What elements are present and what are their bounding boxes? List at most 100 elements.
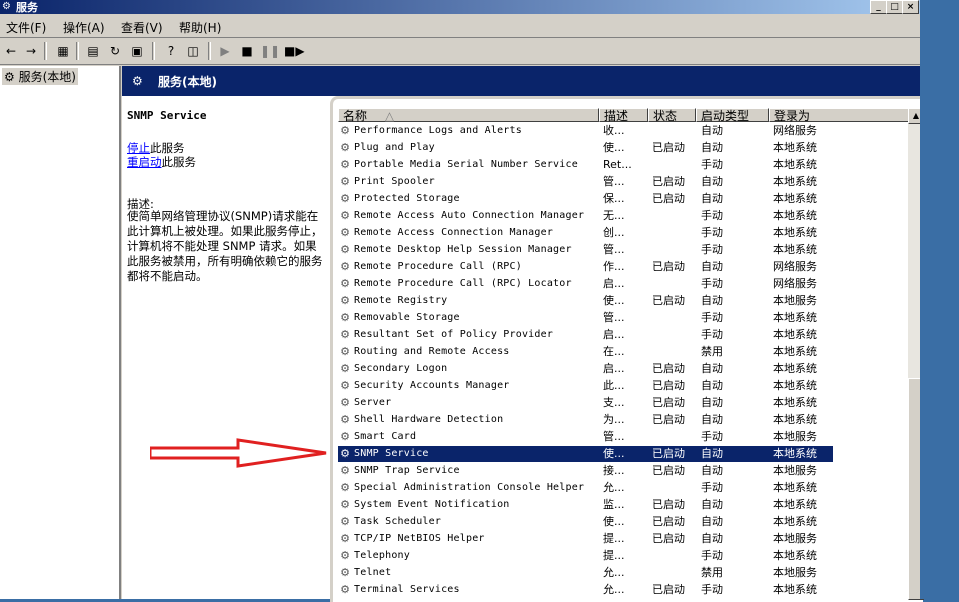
toolbar-separator <box>208 42 211 60</box>
service-logon-as: 本地系统 <box>773 158 817 171</box>
service-logon-as: 网络服务 <box>773 124 817 137</box>
pause-service-icon[interactable]: ❚❚ <box>260 42 280 60</box>
service-name: Remote Procedure Call (RPC) <box>354 261 522 272</box>
service-gear-icon: ⚙ <box>340 481 350 494</box>
minimize-button[interactable]: _ <box>870 0 887 14</box>
service-row[interactable]: ⚙ Plug and Play 使... 已启动 自动 本地系统 <box>338 140 833 156</box>
service-description: 使... <box>603 141 625 154</box>
service-row[interactable]: ⚙ Removable Storage 管... 手动 本地系统 <box>338 310 833 326</box>
stop-service-icon[interactable]: ■ <box>238 42 256 60</box>
service-row[interactable]: ⚙ Remote Access Auto Connection Manager 无.… <box>338 208 833 224</box>
column-header-name[interactable]: 名称 △ <box>338 108 599 123</box>
service-row[interactable]: ⚙ Protected Storage 保... 已启动 自动 本地系统 <box>338 191 833 207</box>
close-button[interactable]: × <box>902 0 919 14</box>
restart-service-link[interactable]: 重启动 <box>127 155 162 169</box>
menu-action[interactable]: 操作(A) <box>63 19 105 36</box>
service-row[interactable]: ⚙ System Event Notification 监... 已启动 自动 本地系统 <box>338 497 833 513</box>
menu-file[interactable]: 文件(F) <box>6 19 46 36</box>
service-row[interactable]: ⚙ Shell Hardware Detection 为... 已启动 自动 本地系统 <box>338 412 833 428</box>
service-startup-type: 手动 <box>701 311 723 324</box>
show-hide-tree-icon[interactable]: ▦ <box>54 42 72 60</box>
service-status: 已启动 <box>652 260 685 273</box>
service-name: Portable Media Serial Number Service <box>354 159 578 170</box>
service-status: 已启动 <box>652 379 685 392</box>
service-description: 管... <box>603 175 625 188</box>
service-row[interactable]: ⚙ Remote Desktop Help Session Manager 管...… <box>338 242 833 258</box>
service-gear-icon: ⚙ <box>340 158 350 171</box>
service-row[interactable]: ⚙ SNMP Service 使... 已启动 自动 本地系统 <box>338 446 833 462</box>
service-row[interactable]: ⚙ Terminal Services 允... 已启动 手动 本地系统 <box>338 582 833 598</box>
service-row[interactable]: ⚙ Smart Card 管... 手动 本地服务 <box>338 429 833 445</box>
export-list-icon[interactable]: ▣ <box>128 42 146 60</box>
service-row[interactable]: ⚙ Server 支... 已启动 自动 本地系统 <box>338 395 833 411</box>
service-startup-type: 手动 <box>701 583 723 596</box>
column-header-startup-type[interactable]: 启动类型 <box>696 108 769 123</box>
service-logon-as: 本地系统 <box>773 175 817 188</box>
service-startup-type: 禁用 <box>701 345 723 358</box>
refresh-icon[interactable]: ↻ <box>106 42 124 60</box>
service-gear-icon: ⚙ <box>340 396 350 409</box>
restart-service-icon[interactable]: ■▶ <box>284 42 305 60</box>
menu-view[interactable]: 查看(V) <box>121 19 163 36</box>
stop-service-link[interactable]: 停止 <box>127 141 150 155</box>
console-tree-icon[interactable]: ◫ <box>184 42 202 60</box>
service-startup-type: 自动 <box>701 447 723 460</box>
service-row[interactable]: ⚙ Remote Procedure Call (RPC) Locator 启...… <box>338 276 833 292</box>
service-startup-type: 自动 <box>701 515 723 528</box>
properties-icon[interactable]: ▤ <box>84 42 102 60</box>
service-row[interactable]: ⚙ TCP/IP NetBIOS Helper 提... 已启动 自动 本地服务 <box>338 531 833 547</box>
service-status: 已启动 <box>652 141 685 154</box>
service-gear-icon: ⚙ <box>340 430 350 443</box>
window-title: 服务 <box>16 1 38 14</box>
service-row[interactable]: ⚙ Routing and Remote Access 在... 禁用 本地系统 <box>338 344 833 360</box>
service-logon-as: 本地系统 <box>773 362 817 375</box>
back-icon[interactable]: ← <box>2 42 20 60</box>
service-gear-icon: ⚙ <box>340 277 350 290</box>
service-description: 启... <box>603 328 625 341</box>
help-icon[interactable]: ? <box>162 42 180 60</box>
service-gear-icon: ⚙ <box>340 549 350 562</box>
title-bar: ⚙ 服务 _ □ × <box>0 0 920 14</box>
service-gear-icon: ⚙ <box>340 532 350 545</box>
service-row[interactable]: ⚙ Performance Logs and Alerts 收... 自动 网络服务 <box>338 123 833 139</box>
service-row[interactable]: ⚙ SNMP Trap Service 接... 已启动 自动 本地服务 <box>338 463 833 479</box>
column-header-logon-as[interactable]: 登录为 <box>769 108 909 123</box>
service-row[interactable]: ⚙ Task Scheduler 使... 已启动 自动 本地系统 <box>338 514 833 530</box>
menu-help[interactable]: 帮助(H) <box>179 19 221 36</box>
service-row[interactable]: ⚙ Secondary Logon 启... 已启动 自动 本地系统 <box>338 361 833 377</box>
column-header-status[interactable]: 状态 <box>648 108 696 123</box>
service-status: 已启动 <box>652 515 685 528</box>
service-name: Plug and Play <box>354 142 435 153</box>
service-gear-icon: ⚙ <box>340 345 350 358</box>
start-service-icon[interactable]: ▶ <box>216 42 234 60</box>
service-logon-as: 本地系统 <box>773 379 817 392</box>
service-row[interactable]: ⚙ Special Administration Console Helper 允.… <box>338 480 833 496</box>
service-row[interactable]: ⚙ Portable Media Serial Number Service Ret… <box>338 157 833 173</box>
service-name: Routing and Remote Access <box>354 346 510 357</box>
service-gear-icon: ⚙ <box>340 209 350 222</box>
service-startup-type: 手动 <box>701 243 723 256</box>
maximize-button[interactable]: □ <box>886 0 903 14</box>
tree-item-services-local[interactable]: ⚙ 服务(本地) <box>2 68 78 85</box>
column-header-description[interactable]: 描述 <box>599 108 648 123</box>
service-row[interactable]: ⚙ Resultant Set of Policy Provider 启... 手动 本… <box>338 327 833 343</box>
service-row[interactable]: ⚙ Remote Registry 使... 已启动 自动 本地服务 <box>338 293 833 309</box>
service-row[interactable]: ⚙ Print Spooler 管... 已启动 自动 本地系统 <box>338 174 833 190</box>
service-description: 启... <box>603 362 625 375</box>
menu-bar: 文件(F) 操作(A) 查看(V) 帮助(H) <box>0 15 920 38</box>
service-row[interactable]: ⚙ Remote Access Connection Manager 创... 手动 本… <box>338 225 833 241</box>
service-name: Security Accounts Manager <box>354 380 510 391</box>
toolbar: ← → ▦ ▤ ↻ ▣ ? ◫ ▶ ■ ❚❚ ■▶ <box>0 38 920 65</box>
forward-icon[interactable]: → <box>22 42 40 60</box>
service-name: Smart Card <box>354 431 417 442</box>
service-row[interactable]: ⚙ Telnet 允... 禁用 本地服务 <box>338 565 833 581</box>
service-name: Protected Storage <box>354 193 460 204</box>
service-row[interactable]: ⚙ Telephony 提... 手动 本地系统 <box>338 548 833 564</box>
service-row[interactable]: ⚙ Security Accounts Manager 此... 已启动 自动 本地系统 <box>338 378 833 394</box>
service-status: 已启动 <box>652 583 685 596</box>
service-name: Remote Desktop Help Session Manager <box>354 244 572 255</box>
service-row[interactable]: ⚙ Remote Procedure Call (RPC) 作... 已启动 自动 网络服… <box>338 259 833 275</box>
service-gear-icon: ⚙ <box>340 566 350 579</box>
service-logon-as: 本地服务 <box>773 294 817 307</box>
service-description: 使... <box>603 447 625 460</box>
